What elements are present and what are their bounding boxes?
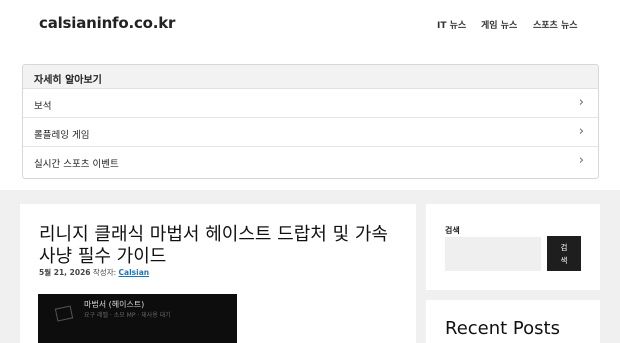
site-header: calsianinfo.co.kr IT 뉴스 게임 뉴스 스포츠 뉴스 [0, 0, 620, 50]
search-button-label: 검 색 [560, 242, 568, 265]
accordion-item-label: 보석 [34, 101, 52, 112]
accordion-item-label: 실시간 스포츠 이벤트 [34, 159, 119, 170]
nav-item-game-news[interactable]: 게임 뉴스 [481, 18, 517, 31]
accordion-title: 자세히 알아보기 [23, 65, 598, 89]
article-meta: 5월 21, 2026 작성자: Calsian [39, 267, 149, 278]
chevron-right-icon: › [578, 95, 584, 110]
article-card: 리니지 클래식 마법서 헤이스트 드랍처 및 가속 사냥 필수 가이드 5월 2… [20, 204, 416, 343]
accordion-item-rpg[interactable]: 롤플레잉 게임 › [23, 118, 598, 147]
site-logo[interactable]: calsianinfo.co.kr [39, 14, 175, 32]
spellbook-icon [54, 305, 74, 322]
search-button[interactable]: 검 색 [547, 236, 581, 271]
recent-posts-title: Recent Posts [445, 318, 560, 339]
accordion-item-label: 롤플레잉 게임 [34, 130, 90, 141]
accordion-item-live-sports[interactable]: 실시간 스포츠 이벤트 › [23, 147, 598, 176]
author-prefix: 작성자: [92, 268, 117, 277]
article-author-link[interactable]: Calsian [119, 268, 150, 277]
chevron-right-icon: › [578, 124, 584, 139]
chevron-right-icon: › [578, 153, 584, 168]
nav-item-sports-news[interactable]: 스포츠 뉴스 [533, 18, 578, 31]
article-date: 5월 21, 2026 [39, 268, 91, 277]
accordion-item-gems[interactable]: 보석 › [23, 89, 598, 118]
nav-item-it-news[interactable]: IT 뉴스 [437, 18, 466, 31]
article-title[interactable]: 리니지 클래식 마법서 헤이스트 드랍처 및 가속 사냥 필수 가이드 [39, 224, 409, 268]
search-input[interactable] [445, 237, 541, 271]
learn-more-accordion: 자세히 알아보기 보석 › 롤플레잉 게임 › 실시간 스포츠 이벤트 › [22, 64, 599, 179]
search-widget: 검색 검 색 [426, 204, 600, 290]
search-label: 검색 [445, 226, 460, 235]
article-thumbnail[interactable]: 마법서 (헤이스트) 요구 레벨 · 소모 MP · 재사용 대기 [38, 294, 237, 343]
thumbnail-subtitle: 요구 레벨 · 소모 MP · 재사용 대기 [84, 312, 171, 319]
recent-posts-widget: Recent Posts [426, 300, 600, 343]
thumbnail-title: 마법서 (헤이스트) [84, 300, 145, 309]
